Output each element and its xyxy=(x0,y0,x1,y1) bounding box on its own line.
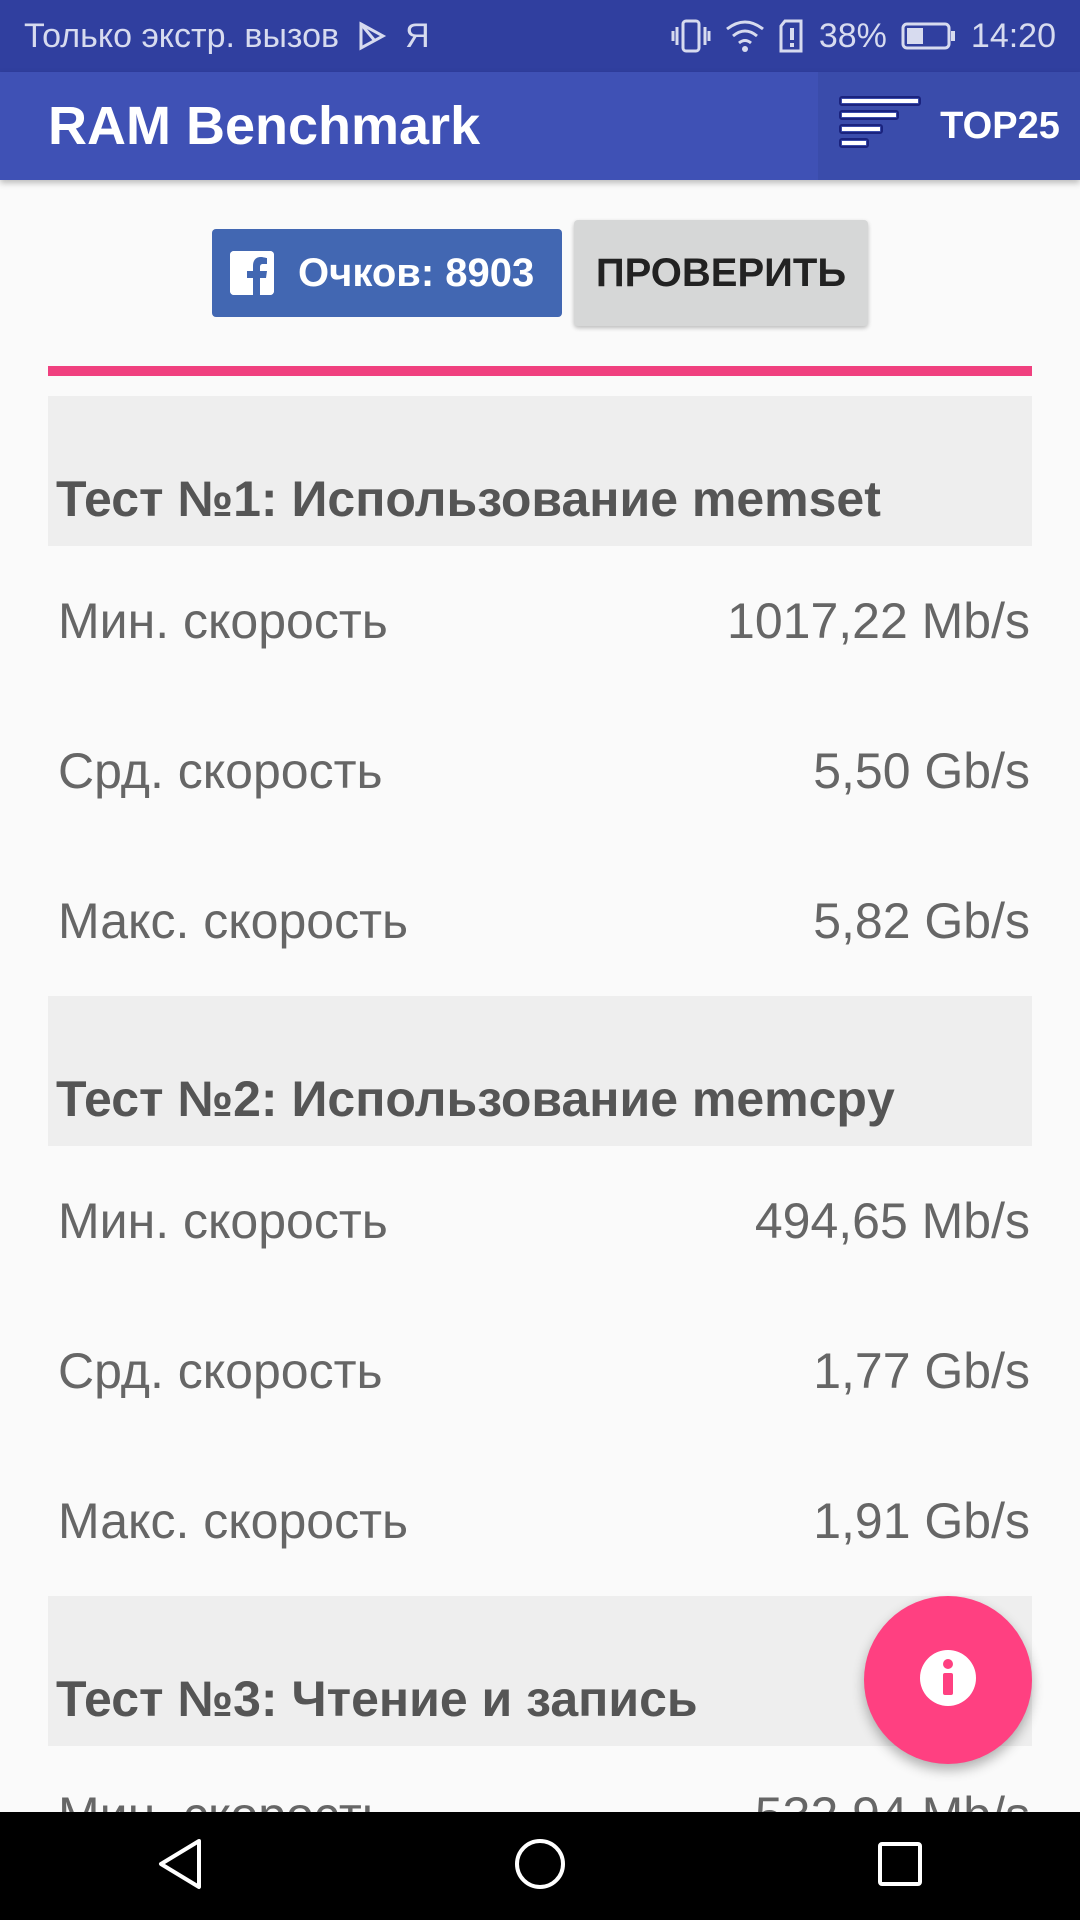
home-button[interactable] xyxy=(460,1812,620,1920)
vibrate-icon xyxy=(671,19,711,53)
battery-icon xyxy=(901,21,957,51)
app-title: RAM Benchmark xyxy=(48,96,481,156)
check-button[interactable]: ПРОВЕРИТЬ xyxy=(574,220,868,326)
test-1-avg-row: Срд. скорость 5,50 Gb/s xyxy=(48,696,1032,846)
test-1-max-row: Макс. скорость 5,82 Gb/s xyxy=(48,846,1032,996)
navigation-bar xyxy=(0,1812,1080,1920)
recents-button[interactable] xyxy=(820,1812,980,1920)
facebook-icon xyxy=(230,251,274,295)
test-2-max-row: Макс. скорость 1,91 Gb/s xyxy=(48,1446,1032,1596)
accent-divider xyxy=(48,366,1032,376)
row-label: Мин. скорость xyxy=(58,1193,388,1249)
home-icon xyxy=(513,1837,567,1896)
yandex-icon: Я xyxy=(405,16,430,55)
battery-percent: 38% xyxy=(818,16,887,55)
status-bar: Только экстр. вызов Я 38% 14:20 xyxy=(0,0,1080,72)
wifi-icon xyxy=(725,19,765,53)
row-value: 1,77 Gb/s xyxy=(813,1343,1030,1399)
row-label: Мин. скорость xyxy=(58,593,388,649)
info-icon xyxy=(918,1648,978,1713)
top25-label: TOP25 xyxy=(940,104,1060,147)
row-label: Срд. скорость xyxy=(58,1343,383,1399)
info-fab-button[interactable] xyxy=(864,1596,1032,1764)
row-value: 1017,22 Mb/s xyxy=(727,593,1030,649)
test-1-header: Тест №1: Использование memset xyxy=(48,396,1032,546)
back-button[interactable] xyxy=(100,1812,260,1920)
clock: 14:20 xyxy=(970,16,1056,55)
row-value: 1,91 Gb/s xyxy=(813,1493,1030,1549)
row-label: Срд. скорость xyxy=(58,743,383,799)
results-list[interactable]: Тест №1: Использование memset Мин. скоро… xyxy=(48,396,1032,1816)
back-icon xyxy=(155,1837,205,1896)
recents-icon xyxy=(876,1840,924,1893)
score-label: Очков: 8903 xyxy=(298,250,535,295)
score-row: Очков: 8903 ПРОВЕРИТЬ xyxy=(0,220,1080,326)
top25-button[interactable]: TOP25 xyxy=(818,72,1080,180)
carrier-text: Только экстр. вызов xyxy=(24,16,340,55)
row-value: 494,65 Mb/s xyxy=(754,1193,1030,1249)
sort-list-icon xyxy=(838,93,922,159)
row-label: Макс. скорость xyxy=(58,1493,409,1549)
row-value: 5,82 Gb/s xyxy=(813,893,1030,949)
row-label: Макс. скорость xyxy=(58,893,409,949)
test-2-header: Тест №2: Использование memcpy xyxy=(48,996,1032,1146)
test-2-min-row: Мин. скорость 494,65 Mb/s xyxy=(48,1146,1032,1296)
play-store-icon xyxy=(357,21,387,51)
facebook-share-button[interactable]: Очков: 8903 xyxy=(212,229,562,317)
app-bar: RAM Benchmark TOP25 xyxy=(0,72,1080,180)
test-1-min-row: Мин. скорость 1017,22 Mb/s xyxy=(48,546,1032,696)
row-value: 5,50 Gb/s xyxy=(813,743,1030,799)
test-3-min-row: Мин. скорость 532,94 Mb/s xyxy=(48,1746,1032,1816)
sd-alert-icon xyxy=(779,19,805,53)
test-2-avg-row: Срд. скорость 1,77 Gb/s xyxy=(48,1296,1032,1446)
